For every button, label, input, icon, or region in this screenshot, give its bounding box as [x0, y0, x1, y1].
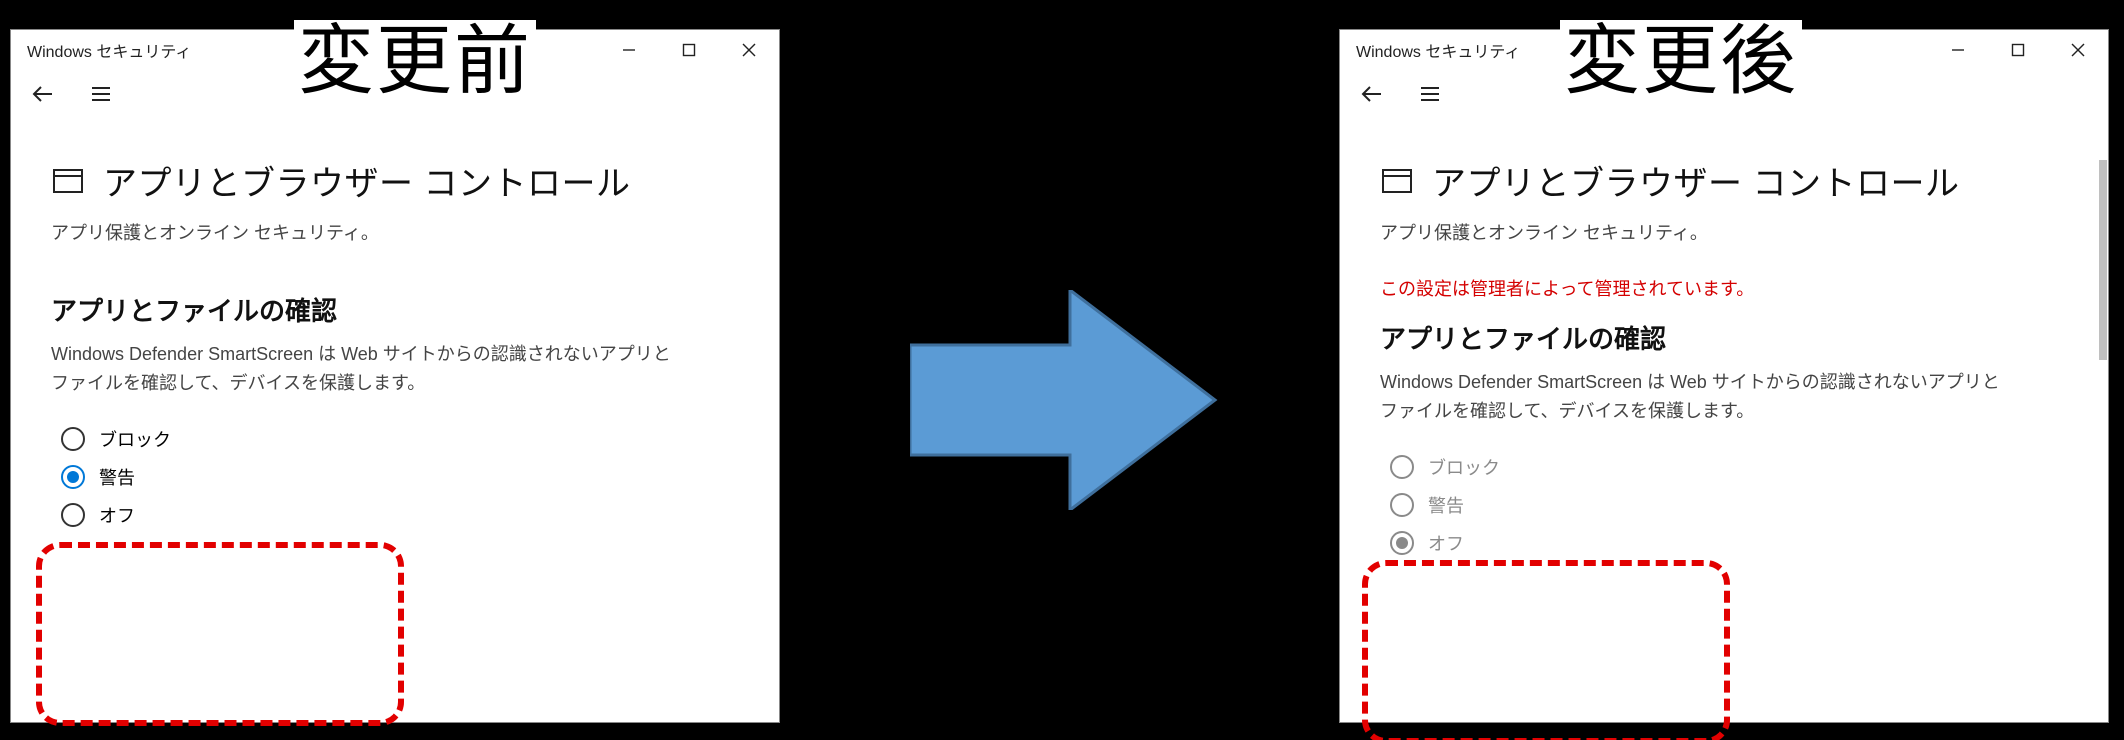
maximize-button[interactable] [1988, 30, 2048, 70]
radio-block: ブロック [1390, 454, 2068, 480]
radio-off-label: オフ [1428, 530, 1464, 556]
maximize-icon [682, 43, 696, 57]
radio-block-label: ブロック [99, 426, 171, 452]
close-icon [2071, 43, 2085, 57]
titlebar: Windows セキュリティ [1340, 30, 2108, 70]
section-title: アプリとファイルの確認 [51, 291, 739, 328]
page-title: アプリとブラウザー コントロール [1432, 156, 1959, 205]
section-title: アプリとファイルの確認 [1380, 319, 2068, 356]
window-before: Windows セキュリティ [10, 29, 780, 723]
minimize-button[interactable] [1928, 30, 1988, 70]
page-subtitle: アプリ保護とオンライン セキュリティ。 [51, 219, 739, 245]
back-button[interactable] [1358, 80, 1386, 108]
window-title: Windows セキュリティ [27, 38, 191, 62]
page-title: アプリとブラウザー コントロール [103, 156, 630, 205]
minimize-button[interactable] [599, 30, 659, 70]
app-browser-icon [51, 164, 85, 198]
minimize-icon [622, 43, 636, 57]
window-title: Windows セキュリティ [1356, 38, 1520, 62]
radio-off: オフ [1390, 530, 2068, 556]
section-description: Windows Defender SmartScreen は Web サイトから… [51, 340, 671, 398]
section-description: Windows Defender SmartScreen は Web サイトから… [1380, 368, 2000, 426]
radio-warn[interactable]: 警告 [61, 464, 739, 490]
page-subtitle: アプリ保護とオンライン セキュリティ。 [1380, 219, 2068, 245]
radio-off-label: オフ [99, 502, 135, 528]
arrow-icon [910, 290, 1220, 510]
radio-group: ブロック 警告 オフ [51, 426, 739, 528]
radio-warn-label: 警告 [99, 464, 135, 490]
admin-managed-message: この設定は管理者によって管理されています。 [1380, 275, 2068, 301]
scrollbar-thumb[interactable] [2099, 160, 2107, 360]
back-button[interactable] [29, 80, 57, 108]
menu-button[interactable] [1416, 80, 1444, 108]
back-arrow-icon [1359, 81, 1385, 107]
menu-button[interactable] [87, 80, 115, 108]
maximize-icon [2011, 43, 2025, 57]
maximize-button[interactable] [659, 30, 719, 70]
radio-group: ブロック 警告 オフ [1380, 454, 2068, 556]
radio-off[interactable]: オフ [61, 502, 739, 528]
app-browser-icon [1380, 164, 1414, 198]
close-button[interactable] [2048, 30, 2108, 70]
close-icon [742, 43, 756, 57]
hamburger-icon [89, 82, 113, 106]
minimize-icon [1951, 43, 1965, 57]
window-after: Windows セキュリティ [1339, 29, 2109, 723]
titlebar: Windows セキュリティ [11, 30, 779, 70]
radio-block-label: ブロック [1428, 454, 1500, 480]
close-button[interactable] [719, 30, 779, 70]
back-arrow-icon [30, 81, 56, 107]
radio-block[interactable]: ブロック [61, 426, 739, 452]
radio-warn-label: 警告 [1428, 492, 1464, 518]
hamburger-icon [1418, 82, 1442, 106]
radio-warn: 警告 [1390, 492, 2068, 518]
